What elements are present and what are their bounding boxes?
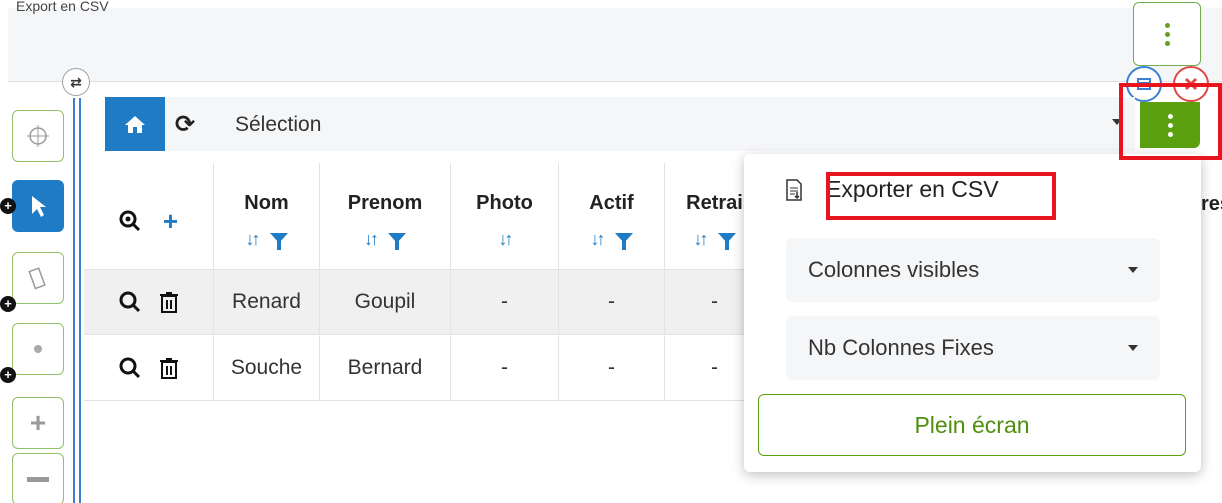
selection-toolbar: ⟳ Sélection (105, 97, 1135, 151)
top-caption: Export en CSV (16, 0, 109, 14)
filter-icon[interactable] (614, 233, 633, 250)
zoom-out-button[interactable] (12, 453, 64, 503)
table-row[interactable]: Souche Bernard - - - (84, 336, 764, 401)
zoom-in-button[interactable]: + (12, 397, 64, 449)
target-icon (27, 125, 49, 147)
highlight-box (826, 172, 1056, 220)
cell-photo: - (451, 270, 559, 334)
col-header-label: Photo (476, 192, 533, 214)
fixed-columns-label: Nb Colonnes Fixes (808, 335, 994, 360)
plus-icon: + (29, 407, 47, 438)
filter-icon[interactable] (717, 233, 736, 250)
measure-tool-button[interactable] (12, 252, 64, 304)
point-tool-button[interactable] (12, 323, 64, 375)
col-header-label: Nom (244, 192, 289, 214)
cell-nom: Souche (214, 336, 320, 400)
ellipsis-vertical-icon (1164, 22, 1170, 46)
select-tool-button[interactable] (12, 180, 64, 232)
cell-photo: - (451, 336, 559, 400)
top-strip: Export en CSV (8, 0, 1222, 82)
home-button[interactable] (105, 97, 165, 151)
dot-icon (34, 345, 42, 353)
cell-actif: - (559, 270, 665, 334)
caret-down-icon (1128, 345, 1138, 351)
grid-header-actions: + (84, 163, 214, 269)
trash-icon[interactable] (159, 357, 179, 379)
sort-icon[interactable]: ↓↑ (591, 229, 606, 250)
col-header-cut: res (1201, 193, 1222, 215)
zoom-icon[interactable] (119, 210, 141, 232)
visible-columns-label: Colonnes visibles (808, 257, 980, 282)
sort-icon[interactable]: ↓↑ (364, 229, 379, 250)
sort-icon[interactable]: ↓↑ (499, 229, 514, 250)
highlight-box (1119, 83, 1222, 160)
search-icon[interactable] (119, 291, 141, 313)
filter-icon[interactable] (388, 233, 406, 250)
trash-icon[interactable] (159, 291, 179, 313)
row-actions (84, 270, 214, 334)
fullscreen-button[interactable]: Plein écran (758, 394, 1186, 456)
grid-header-row: + Nom ↓↑ Prenom ↓↑ Photo ↓↑ Actif ↓↑ Ret… (84, 163, 764, 270)
search-icon[interactable] (119, 357, 141, 379)
col-header-label: Retrai (686, 192, 743, 214)
selection-title: Sélection (235, 113, 322, 136)
caret-down-icon (1128, 267, 1138, 273)
refresh-icon[interactable]: ⟳ (175, 110, 195, 139)
row-actions (84, 336, 214, 400)
plus-dot-icon: + (0, 367, 16, 383)
col-header-actif[interactable]: Actif ↓↑ (559, 163, 665, 269)
cursor-icon (32, 196, 46, 217)
target-tool-button[interactable] (12, 110, 64, 162)
cell-prenom: Bernard (320, 336, 451, 400)
top-kebab-button[interactable] (1133, 2, 1201, 66)
sort-icon[interactable]: ↓↑ (694, 229, 709, 250)
cell-prenom: Goupil (320, 270, 451, 334)
visible-columns-select[interactable]: Colonnes visibles (786, 238, 1160, 302)
plus-dot-icon: + (0, 198, 16, 214)
col-header-prenom[interactable]: Prenom ↓↑ (320, 163, 451, 269)
col-header-label: Prenom (347, 192, 423, 214)
plus-dot-icon: + (0, 296, 16, 312)
panel-splitter[interactable] (73, 98, 81, 503)
home-icon (125, 116, 145, 133)
cell-nom: Renard (214, 270, 320, 334)
ruler-icon (28, 267, 46, 290)
csv-file-icon (786, 178, 802, 201)
col-header-label: Actif (589, 192, 634, 214)
minus-icon (27, 476, 49, 482)
col-header-photo[interactable]: Photo ↓↑ (451, 163, 559, 269)
filter-icon[interactable] (269, 233, 288, 250)
cell-actif: - (559, 336, 665, 400)
swap-icon[interactable]: ⇄ (62, 68, 90, 96)
fixed-columns-select[interactable]: Nb Colonnes Fixes (786, 316, 1160, 380)
col-header-nom[interactable]: Nom ↓↑ (214, 163, 320, 269)
sort-icon[interactable]: ↓↑ (246, 229, 261, 250)
plus-icon[interactable]: + (163, 206, 178, 237)
table-row[interactable]: Renard Goupil - - - (84, 270, 764, 335)
